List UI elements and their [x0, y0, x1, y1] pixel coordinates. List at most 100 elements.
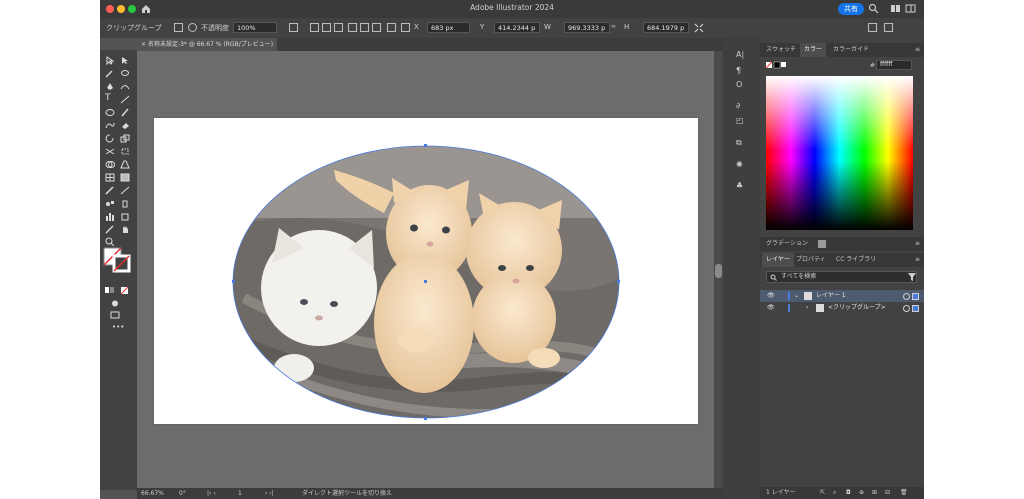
- control-bar-menu-icon[interactable]: [884, 23, 893, 32]
- column-graph-tool-icon[interactable]: [105, 212, 115, 221]
- align-top-icon[interactable]: [348, 23, 357, 32]
- layers-panel-menu-icon[interactable]: ≡: [915, 253, 920, 267]
- target-icon[interactable]: [903, 293, 910, 300]
- chevron-down-icon[interactable]: ⌄: [794, 290, 799, 302]
- blend-tool-icon[interactable]: [105, 199, 115, 208]
- perspective-grid-tool-icon[interactable]: [120, 160, 130, 169]
- y-field[interactable]: 414.2344 p: [494, 22, 540, 33]
- line-tool-icon[interactable]: [120, 95, 130, 104]
- locate-object-icon[interactable]: ⌕: [833, 487, 836, 499]
- search-icon[interactable]: [868, 3, 879, 14]
- paintbrush-tool-icon[interactable]: [120, 108, 130, 117]
- color-mode-icons[interactable]: [105, 286, 115, 295]
- free-transform-tool-icon[interactable]: [120, 147, 130, 156]
- transform-each-icon[interactable]: [694, 23, 704, 33]
- shape-mode-icon[interactable]: [289, 23, 298, 32]
- screen-mode-icon[interactable]: [110, 310, 120, 319]
- filter-icon[interactable]: [908, 273, 916, 281]
- none-color-icon[interactable]: [120, 286, 130, 295]
- paragraph-panel-icon[interactable]: ¶: [736, 66, 746, 76]
- width-tool-icon[interactable]: [105, 147, 115, 156]
- brushes-panel-icon[interactable]: ∂: [736, 101, 746, 111]
- arrange-documents-icon[interactable]: [868, 23, 877, 32]
- tab-color-guide[interactable]: カラーガイド: [829, 43, 873, 57]
- tab-layers[interactable]: レイヤー: [762, 253, 794, 267]
- artboard-next-icon[interactable]: › ›|: [265, 488, 274, 499]
- layer-name[interactable]: レイヤー 1: [816, 290, 846, 302]
- gradient-tool-icon[interactable]: [120, 173, 130, 182]
- clipping-mask-icon[interactable]: ◘: [846, 487, 851, 499]
- shape-builder-tool-icon[interactable]: [105, 160, 115, 169]
- close-tab-icon[interactable]: ×: [141, 41, 148, 48]
- link-proportions-icon[interactable]: ∞: [611, 23, 616, 30]
- selection-indicator[interactable]: [912, 293, 919, 300]
- fill-stroke-swatch[interactable]: [102, 246, 132, 274]
- reference-point-icon[interactable]: [401, 23, 410, 32]
- selection-indicator[interactable]: [912, 305, 919, 312]
- eye-icon[interactable]: 👁: [767, 290, 775, 302]
- chevron-right-icon[interactable]: ›: [806, 302, 808, 314]
- tab-swatches[interactable]: スウォッチ: [762, 43, 800, 57]
- lasso-tool-icon[interactable]: [120, 69, 130, 78]
- eyedropper-tool-icon[interactable]: [105, 186, 115, 195]
- recolor-icon[interactable]: [188, 23, 197, 32]
- hex-field[interactable]: ffffff: [876, 60, 912, 70]
- rotation-value[interactable]: 0°: [179, 488, 186, 499]
- eye-icon[interactable]: 👁: [767, 302, 775, 314]
- eraser-tool-icon[interactable]: [120, 121, 130, 130]
- opentype-panel-icon[interactable]: O: [736, 80, 746, 90]
- layer-row[interactable]: 👁 ⌄ レイヤー 1: [760, 290, 924, 302]
- scrollbar-thumb[interactable]: [715, 264, 722, 278]
- selection-tool-icon[interactable]: [105, 56, 115, 65]
- zoom-tool-icon[interactable]: [105, 237, 115, 246]
- zoom-level[interactable]: 66.67%: [141, 488, 164, 499]
- document-tab[interactable]: × 名称未設定-3* @ 66.67 % (RGB/プレビュー): [137, 38, 277, 51]
- w-field[interactable]: 969.3333 p: [564, 22, 610, 33]
- symbol-sprayer-tool-icon[interactable]: [120, 199, 130, 208]
- character-panel-icon[interactable]: A|: [736, 50, 746, 60]
- x-field[interactable]: 683 px: [427, 22, 470, 33]
- panel-arrange-icon[interactable]: [905, 3, 916, 14]
- scale-tool-icon[interactable]: [120, 134, 130, 143]
- sublayer-name[interactable]: <クリップグループ>: [828, 302, 886, 314]
- drawing-mode-icon[interactable]: [110, 299, 120, 308]
- artboard[interactable]: [154, 118, 698, 424]
- export-icon[interactable]: ⇱: [820, 487, 825, 499]
- gradient-panel-menu-icon[interactable]: ≡: [915, 237, 920, 251]
- magic-wand-tool-icon[interactable]: [105, 69, 115, 78]
- trash-icon[interactable]: 🗑: [900, 487, 908, 499]
- artboard-number[interactable]: 1: [238, 488, 242, 499]
- symbols-icon[interactable]: ♣: [736, 181, 746, 191]
- workspace-icon[interactable]: [890, 3, 901, 14]
- gradient-swatch-icon[interactable]: [818, 240, 826, 248]
- artboard-prev-icon[interactable]: |‹ ‹: [207, 488, 216, 499]
- collect-export-icon[interactable]: ⊟: [885, 487, 890, 499]
- layers-search-input[interactable]: すべてを検索: [766, 271, 917, 283]
- layer-row[interactable]: 👁 › <クリップグループ>: [760, 302, 924, 314]
- clipped-photo[interactable]: [154, 118, 698, 424]
- align-left-icon[interactable]: [310, 23, 319, 32]
- tab-color[interactable]: カラー: [800, 43, 827, 57]
- pathfinder-icon[interactable]: ⧉: [736, 138, 746, 148]
- align-center-icon[interactable]: [322, 23, 331, 32]
- tab-cc-libraries[interactable]: CC ライブラリ: [832, 253, 880, 267]
- appearance-icon[interactable]: ✺: [736, 160, 746, 170]
- align-right-icon[interactable]: [334, 23, 343, 32]
- tab-properties[interactable]: プロパティ: [792, 253, 830, 267]
- measure-tool-icon[interactable]: [120, 186, 130, 195]
- panel-menu-icon[interactable]: ≡: [915, 43, 920, 57]
- target-icon[interactable]: [903, 305, 910, 312]
- share-button[interactable]: 共有: [838, 3, 864, 15]
- h-field[interactable]: 684.1979 p: [643, 22, 689, 33]
- opacity-field[interactable]: 100%: [233, 22, 277, 33]
- tab-gradient[interactable]: グラデーション: [762, 237, 812, 251]
- transform-icon[interactable]: [387, 23, 396, 32]
- hand-tool-icon[interactable]: [120, 225, 130, 234]
- curvature-tool-icon[interactable]: [120, 82, 130, 91]
- canvas-area[interactable]: [137, 51, 714, 488]
- pen-tool-icon[interactable]: [105, 82, 115, 91]
- color-spectrum[interactable]: [766, 76, 913, 230]
- align-middle-icon[interactable]: [360, 23, 369, 32]
- vertical-scrollbar[interactable]: [714, 51, 723, 488]
- type-tool-icon[interactable]: T: [105, 94, 115, 103]
